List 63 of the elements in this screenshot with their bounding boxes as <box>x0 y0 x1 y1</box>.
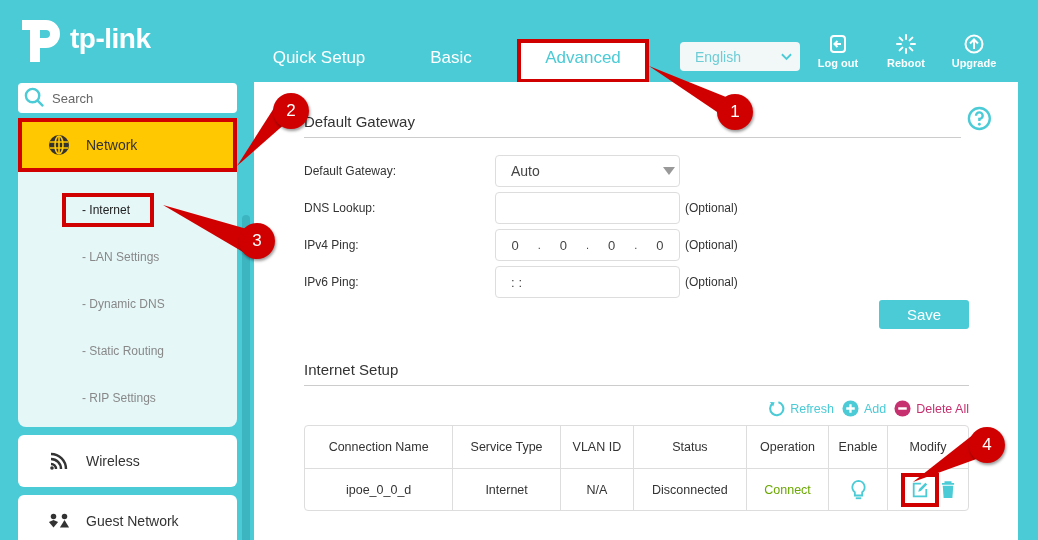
scrollbar[interactable] <box>242 215 250 540</box>
field-label: DNS Lookup: <box>304 201 377 215</box>
upgrade-button[interactable]: Upgrade <box>940 34 1008 69</box>
add-button[interactable]: Add <box>841 400 887 417</box>
field-label: IPv6 Ping: <box>304 275 360 289</box>
help-icon[interactable] <box>967 106 992 131</box>
nav-tab[interactable]: Basic <box>385 39 517 83</box>
logout-button[interactable]: Log out <box>804 34 872 69</box>
sidebar-item-label: Wireless <box>86 453 140 469</box>
sidebar-item[interactable]: Guest Network <box>18 495 237 540</box>
column-header: Connection Name <box>305 426 453 469</box>
search-field[interactable]: Search <box>18 83 237 113</box>
optional-note: (Optional) <box>685 201 738 215</box>
table-cell: Disconnected <box>632 469 746 510</box>
submenu-item[interactable]: - Dynamic DNS <box>62 286 189 321</box>
column-header: VLAN ID <box>559 426 633 469</box>
refresh-button[interactable]: Refresh <box>768 400 834 417</box>
globe-icon <box>48 134 70 156</box>
connect-link[interactable]: Connect <box>764 482 811 497</box>
nav-tab[interactable]: Advanced <box>517 39 649 83</box>
field-label: Default Gateway: <box>304 164 398 178</box>
logo-text: tp-link <box>70 23 151 55</box>
add-icon <box>841 400 859 417</box>
edit-button[interactable] <box>901 472 939 507</box>
chevron-icon <box>781 52 792 61</box>
table-cell: N/A <box>559 469 633 510</box>
input-field[interactable]: :: <box>495 266 680 298</box>
optional-note: (Optional) <box>685 238 738 252</box>
sidebar-item[interactable]: Network <box>18 118 237 172</box>
table-cell-text: ipoe_0_0_d <box>344 481 413 499</box>
sidebar-item-label: Network <box>86 137 138 153</box>
sidebar-item-label: Guest Network <box>86 513 179 529</box>
edit-icon <box>911 480 929 499</box>
language-select[interactable]: English <box>680 42 800 71</box>
sidebar-item[interactable]: Wireless <box>18 435 237 487</box>
refresh-icon <box>768 400 786 417</box>
input-field[interactable] <box>495 192 680 224</box>
gateway-select[interactable]: Auto <box>495 155 680 187</box>
submenu-item[interactable]: - Internet <box>62 192 155 227</box>
column-header: Enable <box>828 426 887 469</box>
nav-tab[interactable]: Quick Setup <box>253 39 385 83</box>
submenu-item[interactable]: - RIP Settings <box>62 380 180 415</box>
reboot-icon <box>896 34 916 54</box>
remove-icon <box>894 400 912 417</box>
column-header: Service Type <box>452 426 560 469</box>
lightbulb-icon[interactable] <box>849 478 867 501</box>
wireless-icon <box>48 450 70 472</box>
reboot-button[interactable]: Reboot <box>872 34 940 69</box>
submenu-item[interactable]: - Static Routing <box>62 333 189 368</box>
column-header: Operation <box>745 426 829 469</box>
delete-button[interactable]: Delete All <box>894 400 969 417</box>
logout-icon <box>828 34 848 54</box>
upgrade-icon <box>964 34 984 54</box>
ip-address-field[interactable]: 0 . 0 . 0 . 0 <box>495 229 680 261</box>
submenu-item[interactable]: - LAN Settings <box>62 239 184 274</box>
save-button[interactable]: Save <box>879 300 969 329</box>
column-header: Status <box>632 426 746 469</box>
section-heading: Internet Setup <box>304 361 969 386</box>
table-cell: Internet <box>452 469 560 510</box>
dropdown-arrow-icon <box>663 167 675 175</box>
trash-icon[interactable] <box>941 480 955 499</box>
optional-note: (Optional) <box>685 275 738 289</box>
field-label: IPv4 Ping: <box>304 238 360 252</box>
